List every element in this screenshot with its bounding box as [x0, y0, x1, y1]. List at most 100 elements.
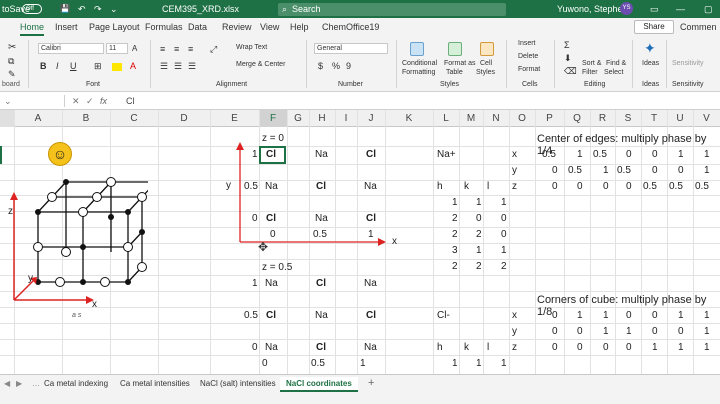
- tab-home[interactable]: Home: [20, 22, 45, 36]
- align-top-icon[interactable]: ≡: [160, 44, 165, 54]
- col-header-m[interactable]: M: [459, 113, 483, 124]
- sensitivity-button[interactable]: Sensitivity: [672, 60, 704, 67]
- col-header-o[interactable]: O: [509, 113, 535, 124]
- cell-styles-icon[interactable]: [480, 42, 494, 56]
- col-header-c[interactable]: C: [110, 113, 158, 124]
- col-header-n[interactable]: N: [483, 113, 509, 124]
- col-header-l[interactable]: L: [433, 113, 459, 124]
- tab-page-layout[interactable]: Page Layout: [89, 22, 140, 32]
- tab-help[interactable]: Help: [290, 22, 309, 32]
- more-sheets-icon[interactable]: …: [32, 379, 40, 388]
- increase-font-icon[interactable]: A: [132, 44, 137, 53]
- bold-icon[interactable]: B: [40, 61, 47, 71]
- align-center-icon[interactable]: ☰: [174, 61, 182, 72]
- undo-icon[interactable]: ↶: [78, 4, 86, 15]
- minimize-icon[interactable]: —: [676, 4, 685, 14]
- comments-button[interactable]: Commen: [680, 22, 717, 32]
- col-header-b[interactable]: B: [62, 113, 110, 124]
- fill-color-icon[interactable]: [112, 63, 122, 71]
- align-bottom-icon[interactable]: ≡: [188, 44, 193, 54]
- sheet-tab-nacl-intensities[interactable]: NaCl (salt) intensities: [200, 379, 276, 388]
- col-header-s[interactable]: S: [615, 113, 641, 124]
- col-header-r[interactable]: R: [590, 113, 615, 124]
- sheet-tab-nacl-coordinates[interactable]: NaCl coordinates: [280, 377, 358, 392]
- col-header-u[interactable]: U: [667, 113, 693, 124]
- format-as-table-icon[interactable]: [448, 42, 462, 56]
- col-header-k[interactable]: K: [385, 113, 433, 124]
- font-size-select[interactable]: 11: [106, 43, 128, 54]
- insert-function-icon[interactable]: fx: [100, 96, 107, 106]
- cell-styles-button[interactable]: Cell: [480, 60, 492, 67]
- next-sheet-icon[interactable]: ▶: [16, 379, 22, 388]
- redo-icon[interactable]: ↷: [94, 4, 102, 15]
- format-cells-button[interactable]: Format: [518, 66, 540, 73]
- fill-icon[interactable]: ⬇: [564, 53, 572, 64]
- font-name-select[interactable]: Calibri: [38, 43, 104, 54]
- conditional-formatting-icon[interactable]: [410, 42, 424, 56]
- enter-icon[interactable]: ✓: [86, 96, 94, 107]
- col-header-e[interactable]: E: [210, 113, 259, 124]
- col-header-v[interactable]: V: [693, 113, 720, 124]
- col-header-h[interactable]: H: [309, 113, 335, 124]
- currency-icon[interactable]: $: [318, 61, 323, 71]
- nacl-cube-diagram[interactable]: [8, 168, 148, 318]
- tab-review[interactable]: Review: [222, 22, 252, 32]
- percent-icon[interactable]: %: [332, 61, 340, 71]
- ribbon-display-icon[interactable]: ▭: [650, 4, 659, 15]
- smiley-icon[interactable]: ☺: [48, 142, 72, 166]
- delete-cells-button[interactable]: Delete: [518, 53, 538, 60]
- sheet-tab-ca-indexing[interactable]: Ca metal indexing: [44, 379, 108, 388]
- format-as-table-button[interactable]: Format as: [444, 60, 476, 67]
- customize-icon[interactable]: ⌄: [110, 4, 118, 15]
- find-select-button[interactable]: Find &: [606, 60, 626, 67]
- formula-input[interactable]: Cl: [126, 96, 135, 106]
- merge-center-button[interactable]: Merge & Center: [236, 61, 285, 68]
- col-header-g[interactable]: G: [287, 113, 309, 124]
- select-all-button[interactable]: [0, 110, 14, 127]
- ideas-button[interactable]: Ideas: [642, 60, 659, 67]
- conditional-formatting-button-2[interactable]: Formatting: [402, 69, 435, 76]
- add-sheet-button[interactable]: +: [368, 377, 374, 389]
- align-right-icon[interactable]: ☰: [188, 61, 196, 72]
- underline-icon[interactable]: U: [70, 61, 77, 71]
- prev-sheet-icon[interactable]: ◀: [4, 379, 10, 388]
- clear-icon[interactable]: ⌫: [564, 66, 577, 77]
- copy-icon[interactable]: ⧉: [8, 56, 14, 67]
- save-icon[interactable]: 💾: [60, 4, 70, 13]
- tab-chemoffice[interactable]: ChemOffice19: [322, 22, 379, 32]
- font-color-icon[interactable]: A: [130, 61, 136, 71]
- format-painter-icon[interactable]: ✎: [8, 69, 16, 80]
- autosum-icon[interactable]: Σ: [564, 40, 570, 50]
- col-header-q[interactable]: Q: [564, 113, 590, 124]
- orientation-icon[interactable]: ⤢: [210, 44, 217, 55]
- ideas-icon[interactable]: ✦: [644, 40, 656, 57]
- name-box-dropdown-icon[interactable]: ⌄: [4, 96, 12, 107]
- comma-icon[interactable]: 9: [346, 61, 351, 71]
- wrap-text-button[interactable]: Wrap Text: [236, 44, 267, 51]
- autosave-toggle[interactable]: Off: [22, 4, 42, 14]
- tab-formulas[interactable]: Formulas: [145, 22, 183, 32]
- col-header-d[interactable]: D: [158, 113, 210, 124]
- number-format-select[interactable]: General: [314, 43, 388, 54]
- align-left-icon[interactable]: ☰: [160, 61, 168, 72]
- format-as-table-button-2[interactable]: Table: [446, 69, 463, 76]
- avatar[interactable]: YS: [620, 2, 633, 15]
- sort-filter-button[interactable]: Sort &: [582, 60, 601, 67]
- tab-data[interactable]: Data: [188, 22, 207, 32]
- col-header-f[interactable]: F: [259, 110, 287, 127]
- cancel-icon[interactable]: ✕: [72, 96, 80, 107]
- cell-styles-button-2[interactable]: Styles: [476, 69, 495, 76]
- sheet-tab-ca-intensities[interactable]: Ca metal intensities: [120, 379, 190, 388]
- sort-filter-button-2[interactable]: Filter: [582, 69, 598, 76]
- col-header-p[interactable]: P: [535, 113, 564, 124]
- find-select-button-2[interactable]: Select: [604, 69, 623, 76]
- share-button[interactable]: Share: [634, 20, 674, 34]
- col-header-a[interactable]: A: [14, 113, 62, 124]
- align-middle-icon[interactable]: ≡: [174, 44, 179, 54]
- tab-view[interactable]: View: [260, 22, 279, 32]
- italic-icon[interactable]: I: [56, 61, 59, 71]
- search-box[interactable]: ⌕ Search: [278, 3, 506, 16]
- conditional-formatting-button[interactable]: Conditional: [402, 60, 437, 67]
- insert-cells-button[interactable]: Insert: [518, 40, 536, 47]
- col-header-t[interactable]: T: [641, 113, 667, 124]
